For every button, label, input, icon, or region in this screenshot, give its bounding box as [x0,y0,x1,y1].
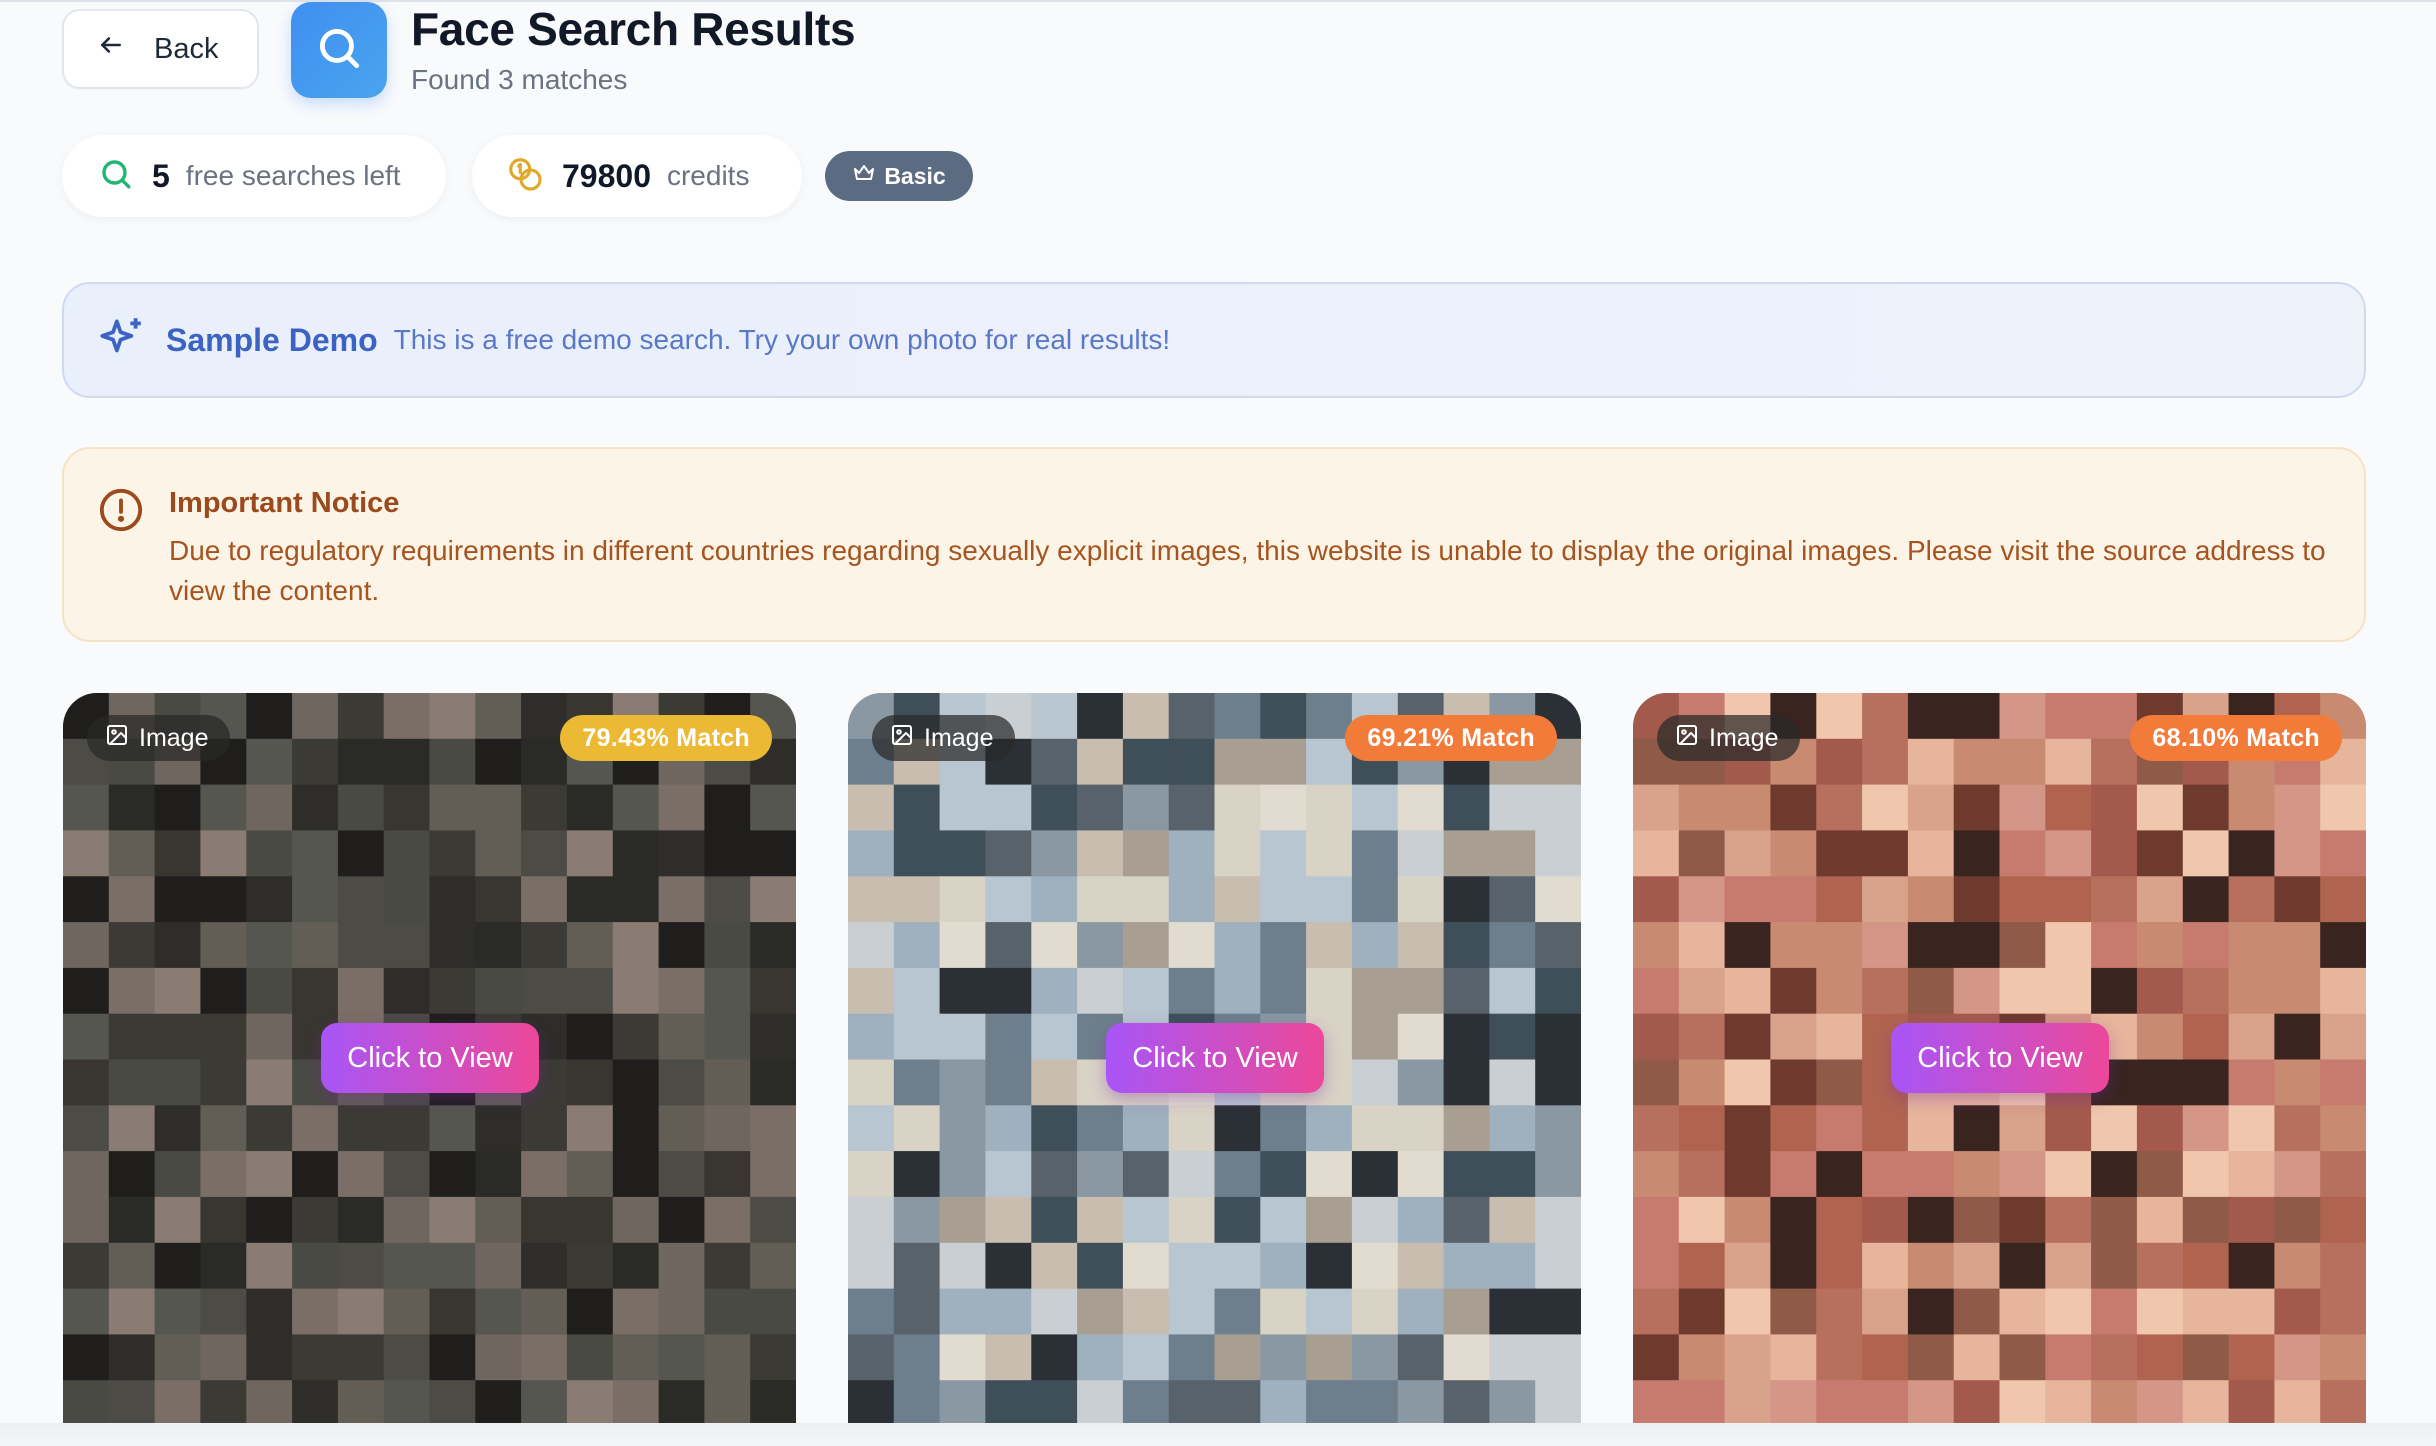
important-notice: Important Notice Due to regulatory requi… [62,447,2366,642]
plan-label: Basic [884,162,946,189]
search-logo [291,2,387,98]
match-badge: 79.43% Match [560,715,772,761]
match-count-subtitle: Found 3 matches [411,64,628,95]
match-badge: 68.10% Match [2130,715,2342,761]
click-to-view-button[interactable]: Click to View [1891,1023,2109,1093]
coins-icon [506,155,544,198]
credits-label: credits [666,160,750,191]
result-card[interactable]: Image 69.21% Match Click to View [848,693,1581,1426]
plan-badge: Basic [825,151,973,201]
image-icon [890,723,914,754]
image-type-label: Image [924,723,994,752]
image-type-tag: Image [1657,715,1801,761]
image-icon [105,723,129,754]
result-card[interactable]: Image 68.10% Match Click to View [1633,693,2366,1426]
click-to-view-button[interactable]: Click to View [321,1023,539,1093]
demo-title: Sample Demo [166,321,378,358]
credits-pill: 79800 credits [472,135,802,217]
bottom-fade [0,1423,2436,1446]
credits-count: 79800 [562,157,651,194]
back-button-label: Back [154,32,219,65]
free-searches-pill: 5 free searches left [62,135,446,217]
demo-text: This is a free demo search. Try your own… [393,324,1171,355]
crown-icon [852,161,876,191]
arrow-left-icon [98,32,124,66]
image-type-tag: Image [87,715,231,761]
demo-banner: Sample Demo This is a free demo search. … [62,282,2366,398]
search-icon [98,156,134,197]
free-searches-count: 5 [152,157,170,194]
click-to-view-button[interactable]: Click to View [1106,1023,1324,1093]
result-card[interactable]: Image 79.43% Match Click to View [63,693,796,1426]
notice-title: Important Notice [169,487,400,519]
image-type-tag: Image [872,715,1016,761]
sparkles-icon [96,313,146,368]
image-type-label: Image [139,723,209,752]
notice-text: Due to regulatory requirements in differ… [169,535,2326,606]
match-badge: 69.21% Match [1345,715,1557,761]
page-title: Face Search Results [411,3,856,55]
alert-circle-icon [98,487,144,538]
search-icon [314,23,364,78]
back-button[interactable]: Back [62,9,259,89]
image-icon [1675,723,1699,754]
image-type-label: Image [1709,723,1779,752]
free-searches-label: free searches left [185,160,401,191]
